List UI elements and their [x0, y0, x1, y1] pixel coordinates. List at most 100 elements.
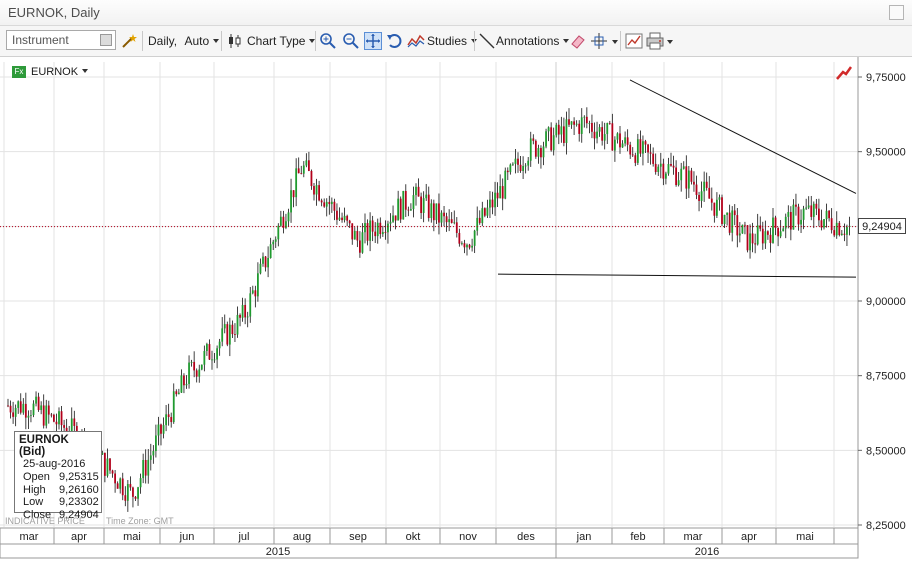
reset-icon[interactable] [386, 32, 404, 50]
candle-body [537, 148, 540, 157]
candle-body [532, 138, 535, 141]
candle-body [749, 233, 751, 251]
crosshair-icon[interactable] [590, 32, 608, 50]
candle-body [305, 160, 308, 166]
candle-body [751, 233, 754, 244]
candle-body [731, 210, 734, 233]
candle-body [330, 201, 333, 205]
candle-body [846, 226, 848, 235]
candle-body [249, 293, 252, 317]
candle-body [407, 209, 410, 211]
candle-body [509, 164, 512, 173]
annotations-dropdown[interactable]: Annotations [496, 31, 570, 51]
instrument-picker-icon[interactable] [100, 34, 112, 46]
candle-body [695, 184, 698, 195]
print-icon[interactable] [646, 32, 664, 50]
candle-body [427, 194, 430, 219]
period-dropdown[interactable]: Daily, Auto [148, 31, 220, 51]
candle-body [221, 328, 224, 342]
price-chart[interactable]: 9,750009,500009,250009,000008,750008,500… [0, 57, 912, 562]
candle-body [665, 173, 667, 179]
chevron-down-icon[interactable] [667, 40, 673, 44]
range-label: Auto [184, 34, 210, 48]
timezone-note: Time Zone: GMT [106, 516, 174, 526]
candle-body [30, 415, 32, 416]
candle-body [170, 417, 173, 423]
candle-body [226, 324, 229, 345]
instrument-selector[interactable]: Fx EURNOK [12, 66, 89, 80]
studies-icon [407, 34, 425, 48]
candle-body [812, 203, 815, 217]
price-tick-label: 8,75000 [866, 371, 906, 383]
candle-body [642, 141, 644, 154]
month-label: nov [459, 531, 477, 543]
candle-body [838, 222, 841, 235]
candle-body [277, 225, 280, 240]
candle-body [37, 396, 40, 411]
candle-body [343, 215, 346, 221]
candle-body [787, 211, 790, 217]
candle-body [524, 165, 527, 167]
candle-body [172, 391, 175, 423]
indicative-price-note: INDICATIVE PRICE [5, 516, 85, 526]
zoom-in-icon[interactable] [319, 32, 337, 50]
zoom-out-icon[interactable] [342, 32, 360, 50]
candle-body [364, 223, 366, 233]
candle-body [744, 224, 746, 226]
candle-body [234, 334, 236, 335]
candle-body [404, 191, 407, 210]
candle-body [772, 217, 774, 243]
candle-body [274, 239, 277, 242]
candle-body [478, 217, 481, 224]
candle-body [323, 202, 326, 207]
candle-body [211, 359, 213, 361]
chevron-down-icon[interactable] [612, 40, 618, 44]
period-label: Daily, [148, 34, 178, 48]
candle-body [573, 121, 575, 125]
candle-body [397, 198, 400, 221]
candle-body [348, 220, 351, 224]
candle-body [512, 163, 514, 165]
candle-body [228, 324, 231, 345]
candle-body [389, 221, 392, 224]
candle-body [690, 170, 693, 182]
candle-body [440, 212, 443, 223]
tooltip-row-low: Low 9,23302 [23, 496, 99, 509]
pan-icon[interactable] [364, 32, 382, 50]
candle-body [823, 219, 825, 228]
chart-type-dropdown[interactable]: Chart Type [247, 31, 316, 51]
candle-body [193, 361, 196, 371]
candle-body [402, 191, 405, 220]
candle-body [14, 407, 17, 417]
candle-body [422, 198, 425, 214]
candle-body [374, 231, 377, 237]
candle-body [496, 192, 499, 199]
candle-body [310, 170, 313, 187]
studies-dropdown[interactable]: Studies [427, 31, 478, 51]
magic-wand-icon[interactable] [120, 32, 138, 50]
candle-body [315, 185, 318, 195]
candle-body [262, 256, 264, 264]
eraser-icon[interactable] [569, 32, 587, 50]
candle-body [767, 231, 769, 235]
candle-body [466, 244, 468, 248]
candle-body [195, 370, 198, 377]
candle-body [818, 208, 820, 221]
tooltip-date: 25-aug-2016 [23, 458, 86, 470]
candle-body [593, 131, 596, 139]
candle-body [506, 170, 509, 173]
candle-body [728, 212, 731, 233]
instrument-input[interactable]: Instrument [6, 30, 116, 50]
candle-body [443, 212, 445, 217]
candle-body [114, 473, 116, 484]
candle-body [417, 186, 420, 197]
maximize-button[interactable] [889, 5, 904, 20]
candle-body [399, 198, 402, 220]
candle-body [779, 231, 782, 237]
chart-settings-icon[interactable] [625, 32, 643, 50]
candle-body [392, 215, 394, 222]
candle-body [295, 168, 298, 198]
candle-body [292, 190, 295, 198]
candle-body [55, 421, 58, 425]
studies-label: Studies [427, 34, 468, 48]
